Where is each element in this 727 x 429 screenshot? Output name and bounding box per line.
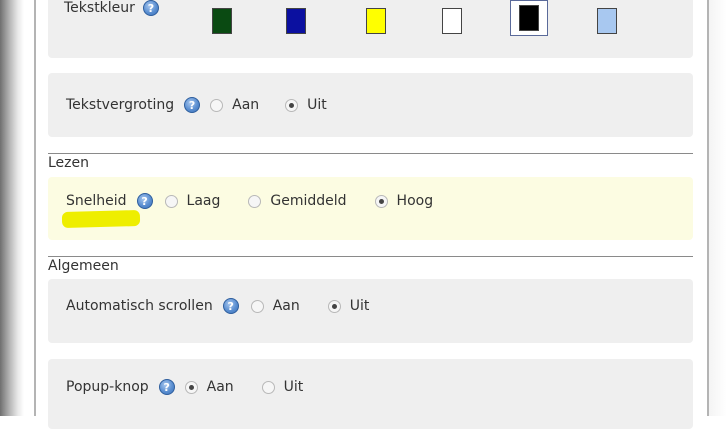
radio-aan[interactable] [250, 299, 264, 313]
popup-option-aan[interactable]: Aan [184, 379, 234, 395]
section-title-algemeen: Algemeen [48, 258, 119, 274]
option-label: Aan [232, 97, 260, 113]
reading-speed-label: Snelheid [66, 193, 127, 209]
text-zoom-option-uit[interactable]: Uit [285, 97, 327, 113]
dialog-left-border [34, 0, 36, 416]
swatch-white[interactable] [442, 8, 462, 34]
text-zoom-row: Tekstvergroting ? Aan Uit [66, 97, 327, 113]
speed-option-hoog[interactable]: Hoog [374, 193, 434, 209]
help-icon[interactable]: ? [184, 97, 201, 113]
text-color-label: Tekstkleur [64, 0, 135, 16]
option-label: Uit [283, 379, 304, 395]
popup-button-label: Popup-knop [66, 379, 149, 395]
swatch-blue[interactable] [286, 8, 306, 34]
radio-aan[interactable] [184, 380, 198, 394]
option-label: Aan [272, 298, 300, 314]
help-icon[interactable]: ? [136, 193, 153, 209]
swatch-black[interactable] [519, 5, 539, 31]
option-label: Aan [206, 379, 234, 395]
section-title-lezen: Lezen [48, 155, 90, 171]
radio-laag[interactable] [164, 194, 178, 208]
text-zoom-label: Tekstvergroting [66, 97, 175, 113]
help-icon[interactable]: ? [158, 379, 175, 395]
speed-option-gemiddeld[interactable]: Gemiddeld [248, 193, 347, 209]
radio-gemiddeld[interactable] [248, 194, 262, 208]
text-color-row: Tekstkleur ? [64, 0, 159, 16]
option-label: Hoog [396, 193, 434, 209]
window-shadow [0, 0, 24, 416]
option-label: Uit [349, 298, 370, 314]
help-icon[interactable]: ? [222, 298, 239, 314]
auto-scroll-option-uit[interactable]: Uit [327, 298, 370, 314]
radio-uit[interactable] [285, 98, 299, 112]
popup-button-row: Popup-knop ? Aan Uit [66, 379, 303, 395]
highlighter-mark [61, 209, 141, 229]
help-icon[interactable]: ? [142, 0, 159, 16]
radio-uit[interactable] [261, 380, 275, 394]
section-divider [48, 256, 693, 257]
speed-option-laag[interactable]: Laag [164, 193, 221, 209]
dialog-right-strip [709, 0, 727, 416]
text-zoom-panel: Tekstvergroting ? Aan Uit [48, 73, 693, 137]
text-zoom-option-aan[interactable]: Aan [210, 97, 259, 113]
reading-speed-row: Snelheid ? Laag Gemiddeld Hoog [66, 193, 433, 209]
option-label: Laag [186, 193, 221, 209]
option-label: Uit [307, 97, 327, 113]
auto-scroll-label: Automatisch scrollen [66, 298, 213, 314]
text-color-panel: Tekstkleur ? [48, 0, 693, 58]
swatch-yellow[interactable] [366, 8, 386, 34]
auto-scroll-row: Automatisch scrollen ? Aan Uit [66, 298, 369, 314]
radio-hoog[interactable] [374, 194, 388, 208]
auto-scroll-option-aan[interactable]: Aan [250, 298, 300, 314]
swatch-dark-green[interactable] [212, 8, 232, 34]
swatch-light-blue[interactable] [597, 8, 617, 34]
option-label: Gemiddeld [270, 193, 347, 209]
radio-aan[interactable] [210, 98, 224, 112]
popup-option-uit[interactable]: Uit [261, 379, 304, 395]
section-divider [48, 153, 693, 154]
radio-uit[interactable] [327, 299, 341, 313]
auto-scroll-panel: Automatisch scrollen ? Aan Uit [48, 279, 693, 343]
popup-button-panel: Popup-knop ? Aan Uit [48, 359, 693, 429]
